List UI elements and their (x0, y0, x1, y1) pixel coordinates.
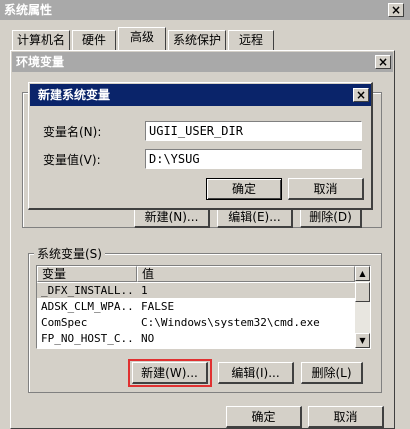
table-row[interactable]: FP_NO_HOST_C... NO (37, 331, 355, 346)
system-properties-titlebar: 系统属性 (0, 0, 410, 20)
row-variable-name: FP_NO_HOST_C... (41, 332, 135, 345)
column-header-value[interactable]: 值 (137, 266, 355, 282)
tab-remote[interactable]: 远程 (228, 30, 274, 50)
tab-computer-name[interactable]: 计算机名 (12, 30, 70, 50)
row-variable-value: 1 (141, 284, 148, 297)
env-dialog-title: 环境变量 (16, 55, 65, 69)
system-edit-button[interactable]: 编辑(I)... (218, 362, 294, 384)
table-row[interactable]: _DFX_INSTALL... 1 (37, 283, 355, 298)
column-header-variable[interactable]: 变量 (37, 266, 137, 282)
table-row[interactable]: ComSpec C:\Windows\system32\cmd.exe (37, 315, 355, 330)
variable-name-label: 变量名(N): (43, 125, 102, 139)
scroll-down-icon[interactable]: ▼ (355, 333, 370, 348)
window-title: 系统属性 (4, 3, 53, 17)
tab-hardware[interactable]: 硬件 (72, 30, 116, 50)
tab-advanced[interactable]: 高级 (118, 27, 166, 51)
table-row[interactable]: ADSK_CLM_WPA... FALSE (37, 299, 355, 314)
scrollbar-thumb[interactable] (355, 282, 370, 302)
close-icon[interactable]: × (388, 3, 404, 17)
row-variable-value: FALSE (141, 300, 175, 313)
tab-system-protection[interactable]: 系统保护 (168, 30, 226, 50)
row-variable-value: C:\Windows\system32\cmd.exe (141, 316, 320, 329)
row-variable-name: ADSK_CLM_WPA... (41, 300, 135, 313)
variable-value-label: 变量值(V): (43, 153, 101, 167)
scroll-up-icon[interactable]: ▲ (355, 266, 370, 281)
new-var-cancel-button[interactable]: 取消 (288, 178, 364, 200)
row-variable-value: NO (141, 332, 155, 345)
close-icon[interactable]: × (375, 55, 391, 69)
row-variable-name: ComSpec (41, 316, 88, 329)
row-variable-name: _DFX_INSTALL... (41, 284, 135, 297)
system-new-button[interactable]: 新建(W)... (132, 362, 208, 384)
system-delete-button[interactable]: 删除(L) (301, 362, 363, 384)
new-var-ok-button[interactable]: 确定 (206, 178, 282, 200)
variable-value-field[interactable]: D:\YSUG (145, 149, 362, 169)
env-ok-button[interactable]: 确定 (226, 406, 302, 428)
system-variables-label: 系统变量(S) (34, 245, 105, 262)
close-icon[interactable]: × (353, 88, 369, 102)
new-var-title: 新建系统变量 (38, 88, 111, 102)
env-cancel-button[interactable]: 取消 (308, 406, 384, 428)
variable-name-field[interactable]: UGII_USER_DIR (145, 121, 362, 141)
system-variables-list[interactable]: 变量 值 _DFX_INSTALL... 1 ADSK_CLM_WPA... F… (36, 265, 371, 349)
new-var-titlebar: 新建系统变量 (30, 84, 371, 106)
env-dialog-titlebar: 环境变量 (12, 52, 393, 72)
